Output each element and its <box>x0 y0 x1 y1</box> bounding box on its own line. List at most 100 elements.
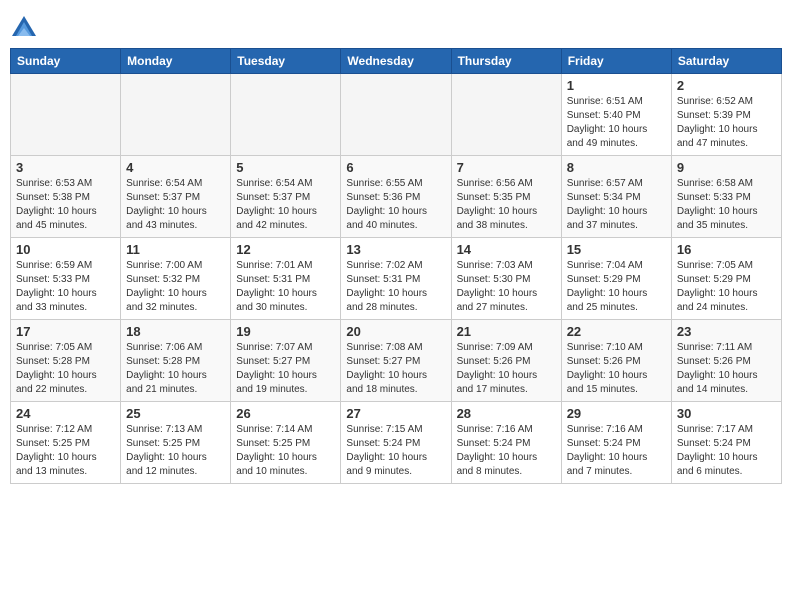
day-number: 1 <box>567 78 666 93</box>
day-info: Sunrise: 6:56 AM Sunset: 5:35 PM Dayligh… <box>457 177 556 233</box>
day-header-tuesday: Tuesday <box>231 49 341 74</box>
calendar-day-empty <box>451 74 561 156</box>
calendar-day-15: 15 Sunrise: 7:04 AM Sunset: 5:29 PM Dayli… <box>561 238 671 320</box>
day-info: Sunrise: 7:10 AM Sunset: 5:26 PM Dayligh… <box>567 341 666 397</box>
day-number: 12 <box>236 242 335 257</box>
calendar-day-22: 22Sunrise: 7:10 AM Sunset: 5:26 PM Dayli… <box>561 320 671 402</box>
calendar-week-4: 17 Sunrise: 7:05 AM Sunset: 5:28 PM Dayli… <box>11 320 782 402</box>
calendar-day-empty <box>11 74 121 156</box>
day-info: Sunrise: 7:14 AM Sunset: 5:25 PM Dayligh… <box>236 423 335 479</box>
day-number: 5 <box>236 160 335 175</box>
day-number: 13 <box>346 242 445 257</box>
day-number: 16 <box>677 242 776 257</box>
day-info: Sunrise: 7:15 AM Sunset: 5:24 PM Dayligh… <box>346 423 445 479</box>
day-header-saturday: Saturday <box>671 49 781 74</box>
calendar-day-8: 8 Sunrise: 6:57 AM Sunset: 5:34 PM Daylig… <box>561 156 671 238</box>
calendar-day-13: 13 Sunrise: 7:02 AM Sunset: 5:31 PM Dayli… <box>341 238 451 320</box>
day-info: Sunrise: 6:53 AM Sunset: 5:38 PM Dayligh… <box>16 177 115 233</box>
day-info: Sunrise: 7:01 AM Sunset: 5:31 PM Dayligh… <box>236 259 335 315</box>
day-number: 25 <box>126 406 225 421</box>
calendar-week-5: 24 Sunrise: 7:12 AM Sunset: 5:25 PM Dayli… <box>11 402 782 484</box>
day-number: 27 <box>346 406 445 421</box>
calendar-day-10: 10 Sunrise: 6:59 AM Sunset: 5:33 PM Dayli… <box>11 238 121 320</box>
calendar-header-row: SundayMondayTuesdayWednesdayThursdayFrid… <box>11 49 782 74</box>
day-info: Sunrise: 7:09 AM Sunset: 5:26 PM Dayligh… <box>457 341 556 397</box>
calendar-day-29: 29 Sunrise: 7:16 AM Sunset: 5:24 PM Dayli… <box>561 402 671 484</box>
calendar-week-1: 1 Sunrise: 6:51 AM Sunset: 5:40 PM Daylig… <box>11 74 782 156</box>
day-info: Sunrise: 7:03 AM Sunset: 5:30 PM Dayligh… <box>457 259 556 315</box>
calendar-day-16: 16 Sunrise: 7:05 AM Sunset: 5:29 PM Dayli… <box>671 238 781 320</box>
day-number: 17 <box>16 324 115 339</box>
day-number: 26 <box>236 406 335 421</box>
day-number: 10 <box>16 242 115 257</box>
calendar-day-5: 5 Sunrise: 6:54 AM Sunset: 5:37 PM Daylig… <box>231 156 341 238</box>
calendar-day-2: 2 Sunrise: 6:52 AM Sunset: 5:39 PM Daylig… <box>671 74 781 156</box>
day-info: Sunrise: 6:55 AM Sunset: 5:36 PM Dayligh… <box>346 177 445 233</box>
day-number: 7 <box>457 160 556 175</box>
day-info: Sunrise: 7:12 AM Sunset: 5:25 PM Dayligh… <box>16 423 115 479</box>
calendar-table: SundayMondayTuesdayWednesdayThursdayFrid… <box>10 48 782 484</box>
calendar-day-24: 24 Sunrise: 7:12 AM Sunset: 5:25 PM Dayli… <box>11 402 121 484</box>
logo-icon <box>10 14 38 42</box>
day-info: Sunrise: 6:54 AM Sunset: 5:37 PM Dayligh… <box>236 177 335 233</box>
day-number: 11 <box>126 242 225 257</box>
calendar-day-14: 14 Sunrise: 7:03 AM Sunset: 5:30 PM Dayli… <box>451 238 561 320</box>
day-header-wednesday: Wednesday <box>341 49 451 74</box>
day-info: Sunrise: 6:51 AM Sunset: 5:40 PM Dayligh… <box>567 95 666 151</box>
calendar-week-3: 10 Sunrise: 6:59 AM Sunset: 5:33 PM Dayli… <box>11 238 782 320</box>
calendar-body: 1 Sunrise: 6:51 AM Sunset: 5:40 PM Daylig… <box>11 74 782 484</box>
day-header-sunday: Sunday <box>11 49 121 74</box>
day-info: Sunrise: 6:58 AM Sunset: 5:33 PM Dayligh… <box>677 177 776 233</box>
calendar-day-21: 21 Sunrise: 7:09 AM Sunset: 5:26 PM Dayli… <box>451 320 561 402</box>
day-number: 3 <box>16 160 115 175</box>
calendar-day-7: 7 Sunrise: 6:56 AM Sunset: 5:35 PM Daylig… <box>451 156 561 238</box>
calendar-day-23: 23 Sunrise: 7:11 AM Sunset: 5:26 PM Dayli… <box>671 320 781 402</box>
calendar-day-11: 11Sunrise: 7:00 AM Sunset: 5:32 PM Dayli… <box>121 238 231 320</box>
day-info: Sunrise: 7:07 AM Sunset: 5:27 PM Dayligh… <box>236 341 335 397</box>
day-info: Sunrise: 6:57 AM Sunset: 5:34 PM Dayligh… <box>567 177 666 233</box>
day-info: Sunrise: 6:59 AM Sunset: 5:33 PM Dayligh… <box>16 259 115 315</box>
calendar-day-9: 9 Sunrise: 6:58 AM Sunset: 5:33 PM Daylig… <box>671 156 781 238</box>
day-number: 8 <box>567 160 666 175</box>
day-info: Sunrise: 7:16 AM Sunset: 5:24 PM Dayligh… <box>457 423 556 479</box>
day-number: 30 <box>677 406 776 421</box>
day-info: Sunrise: 6:52 AM Sunset: 5:39 PM Dayligh… <box>677 95 776 151</box>
logo <box>10 14 42 42</box>
day-info: Sunrise: 7:05 AM Sunset: 5:28 PM Dayligh… <box>16 341 115 397</box>
day-number: 4 <box>126 160 225 175</box>
calendar-day-25: 25Sunrise: 7:13 AM Sunset: 5:25 PM Dayli… <box>121 402 231 484</box>
day-number: 18 <box>126 324 225 339</box>
day-number: 15 <box>567 242 666 257</box>
day-number: 29 <box>567 406 666 421</box>
day-info: Sunrise: 7:04 AM Sunset: 5:29 PM Dayligh… <box>567 259 666 315</box>
calendar-day-26: 26 Sunrise: 7:14 AM Sunset: 5:25 PM Dayli… <box>231 402 341 484</box>
day-info: Sunrise: 6:54 AM Sunset: 5:37 PM Dayligh… <box>126 177 225 233</box>
day-info: Sunrise: 7:02 AM Sunset: 5:31 PM Dayligh… <box>346 259 445 315</box>
calendar-day-18: 18Sunrise: 7:06 AM Sunset: 5:28 PM Dayli… <box>121 320 231 402</box>
calendar-day-4: 4 Sunrise: 6:54 AM Sunset: 5:37 PM Daylig… <box>121 156 231 238</box>
calendar-day-3: 3 Sunrise: 6:53 AM Sunset: 5:38 PM Daylig… <box>11 156 121 238</box>
day-header-thursday: Thursday <box>451 49 561 74</box>
day-info: Sunrise: 7:05 AM Sunset: 5:29 PM Dayligh… <box>677 259 776 315</box>
day-number: 24 <box>16 406 115 421</box>
calendar-day-27: 27 Sunrise: 7:15 AM Sunset: 5:24 PM Dayli… <box>341 402 451 484</box>
day-number: 2 <box>677 78 776 93</box>
day-info: Sunrise: 7:11 AM Sunset: 5:26 PM Dayligh… <box>677 341 776 397</box>
day-number: 21 <box>457 324 556 339</box>
calendar-day-6: 6Sunrise: 6:55 AM Sunset: 5:36 PM Daylig… <box>341 156 451 238</box>
calendar-day-30: 30 Sunrise: 7:17 AM Sunset: 5:24 PM Dayli… <box>671 402 781 484</box>
calendar-day-1: 1 Sunrise: 6:51 AM Sunset: 5:40 PM Daylig… <box>561 74 671 156</box>
day-info: Sunrise: 7:08 AM Sunset: 5:27 PM Dayligh… <box>346 341 445 397</box>
calendar-day-12: 12 Sunrise: 7:01 AM Sunset: 5:31 PM Dayli… <box>231 238 341 320</box>
day-info: Sunrise: 7:17 AM Sunset: 5:24 PM Dayligh… <box>677 423 776 479</box>
day-number: 14 <box>457 242 556 257</box>
page-header <box>10 10 782 42</box>
calendar-day-17: 17 Sunrise: 7:05 AM Sunset: 5:28 PM Dayli… <box>11 320 121 402</box>
calendar-day-19: 19Sunrise: 7:07 AM Sunset: 5:27 PM Dayli… <box>231 320 341 402</box>
day-info: Sunrise: 7:16 AM Sunset: 5:24 PM Dayligh… <box>567 423 666 479</box>
day-number: 9 <box>677 160 776 175</box>
day-header-friday: Friday <box>561 49 671 74</box>
calendar-day-empty <box>121 74 231 156</box>
day-number: 23 <box>677 324 776 339</box>
calendar-day-empty <box>231 74 341 156</box>
